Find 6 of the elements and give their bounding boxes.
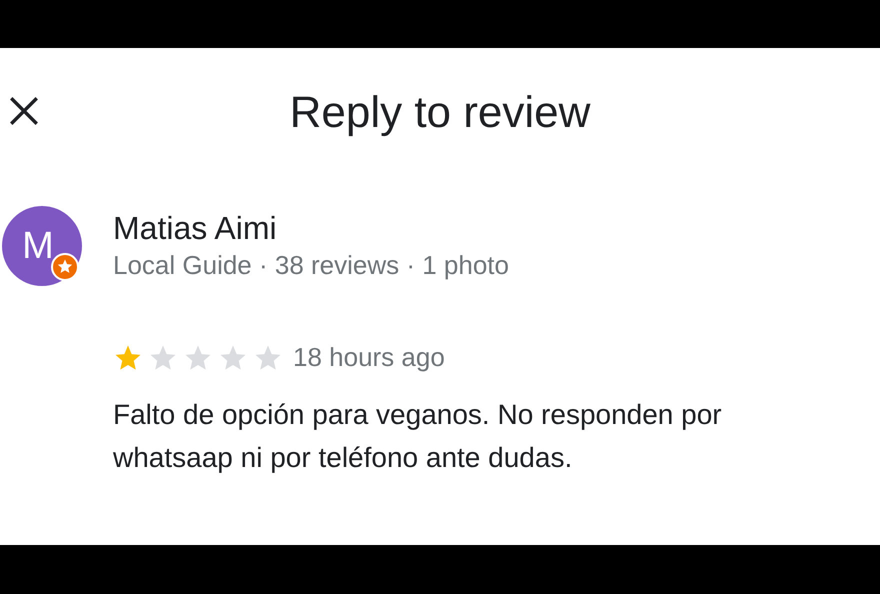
reviewer-meta: Local Guide · 38 reviews · 1 photo bbox=[113, 249, 510, 282]
avatar-letter: M bbox=[22, 227, 54, 265]
dialog-title: Reply to review bbox=[290, 87, 590, 139]
review-text: Falto de opción para veganos. No responden por whatsaap ni por teléfono ante dudas. bbox=[113, 398, 723, 475]
reviewer-name: Matias Aimi bbox=[113, 209, 278, 248]
review-time: 18 hours ago bbox=[293, 341, 445, 374]
